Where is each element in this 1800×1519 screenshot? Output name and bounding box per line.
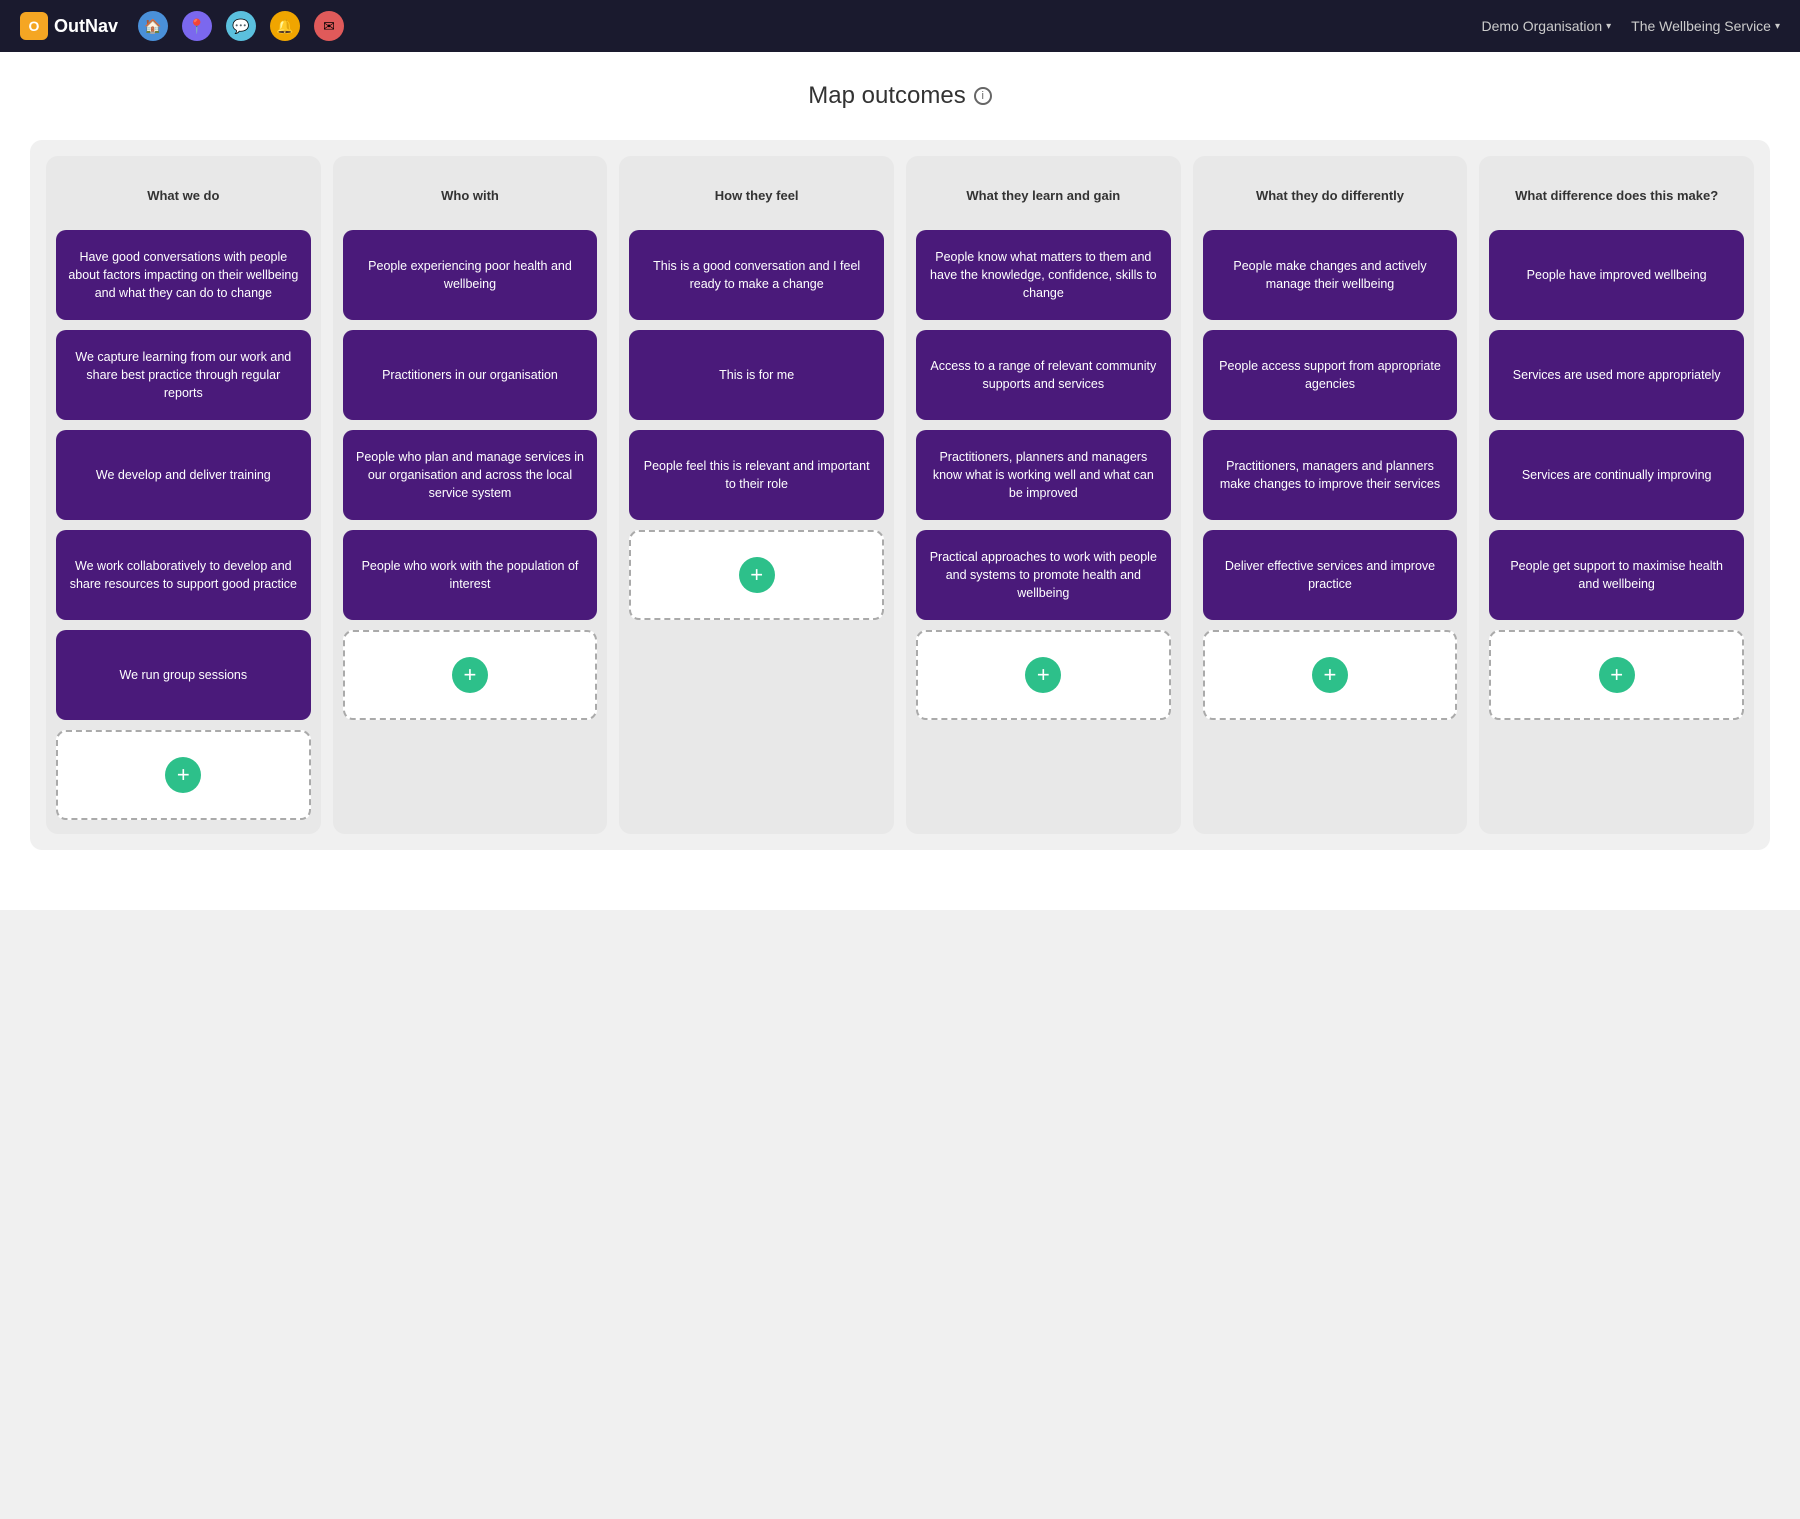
chat-icon[interactable]: 💬 bbox=[226, 11, 256, 41]
card-what-we-do-4[interactable]: We run group sessions bbox=[56, 630, 311, 720]
add-button-what-difference[interactable]: + bbox=[1599, 657, 1635, 693]
card-what-they-learn-2[interactable]: Practitioners, planners and managers kno… bbox=[916, 430, 1171, 520]
card-what-we-do-2[interactable]: We develop and deliver training bbox=[56, 430, 311, 520]
navbar-left: O OutNav 🏠 📍 💬 🔔 ✉ bbox=[20, 11, 344, 41]
card-what-they-learn-1[interactable]: Access to a range of relevant community … bbox=[916, 330, 1171, 420]
card-how-they-feel-1[interactable]: This is for me bbox=[629, 330, 884, 420]
info-icon[interactable]: i bbox=[974, 87, 992, 105]
wellbeing-service-label: The Wellbeing Service bbox=[1631, 18, 1771, 34]
column-what-we-do: What we do Have good conversations with p… bbox=[46, 156, 321, 834]
add-button-what-they-do[interactable]: + bbox=[1312, 657, 1348, 693]
column-what-difference: What difference does this make? People ha… bbox=[1479, 156, 1754, 834]
add-button-what-we-do[interactable]: + bbox=[165, 757, 201, 793]
card-what-they-do-2[interactable]: Practitioners, managers and planners mak… bbox=[1203, 430, 1458, 520]
column-header-what-difference: What difference does this make? bbox=[1489, 170, 1744, 220]
logo-icon: O bbox=[20, 12, 48, 40]
demo-org-chevron: ▾ bbox=[1606, 21, 1611, 32]
add-button-who-with[interactable]: + bbox=[452, 657, 488, 693]
page-title: Map outcomes i bbox=[30, 82, 1770, 110]
column-what-they-do: What they do differently People make chan… bbox=[1193, 156, 1468, 834]
column-header-what-we-do: What we do bbox=[56, 170, 311, 220]
page-title-text: Map outcomes bbox=[808, 82, 965, 110]
demo-org-label: Demo Organisation bbox=[1482, 18, 1603, 34]
column-header-how-they-feel: How they feel bbox=[629, 170, 884, 220]
card-who-with-2[interactable]: People who plan and manage services in o… bbox=[343, 430, 598, 520]
column-how-they-feel: How they feel This is a good conversation… bbox=[619, 156, 894, 834]
navbar: O OutNav 🏠 📍 💬 🔔 ✉ Demo Organisation ▾ T… bbox=[0, 0, 1800, 52]
card-what-they-do-0[interactable]: People make changes and actively manage … bbox=[1203, 230, 1458, 320]
card-what-they-learn-0[interactable]: People know what matters to them and hav… bbox=[916, 230, 1171, 320]
card-how-they-feel-0[interactable]: This is a good conversation and I feel r… bbox=[629, 230, 884, 320]
card-what-we-do-3[interactable]: We work collaboratively to develop and s… bbox=[56, 530, 311, 620]
column-header-what-they-learn: What they learn and gain bbox=[916, 170, 1171, 220]
card-what-they-do-3[interactable]: Deliver effective services and improve p… bbox=[1203, 530, 1458, 620]
card-what-difference-2[interactable]: Services are continually improving bbox=[1489, 430, 1744, 520]
column-what-they-learn: What they learn and gain People know what… bbox=[906, 156, 1181, 834]
column-header-what-they-do: What they do differently bbox=[1203, 170, 1458, 220]
location-icon[interactable]: 📍 bbox=[182, 11, 212, 41]
logo-text: OutNav bbox=[54, 16, 118, 37]
card-what-we-do-1[interactable]: We capture learning from our work and sh… bbox=[56, 330, 311, 420]
add-button-what-they-learn[interactable]: + bbox=[1025, 657, 1061, 693]
card-what-they-do-1[interactable]: People access support from appropriate a… bbox=[1203, 330, 1458, 420]
columns-container: What we do Have good conversations with p… bbox=[30, 140, 1770, 850]
card-what-they-learn-3[interactable]: Practical approaches to work with people… bbox=[916, 530, 1171, 620]
wellbeing-service-menu[interactable]: The Wellbeing Service ▾ bbox=[1631, 18, 1780, 34]
card-who-with-1[interactable]: Practitioners in our organisation bbox=[343, 330, 598, 420]
navbar-right: Demo Organisation ▾ The Wellbeing Servic… bbox=[1482, 18, 1781, 34]
add-card-what-difference[interactable]: + bbox=[1489, 630, 1744, 720]
add-card-what-they-do[interactable]: + bbox=[1203, 630, 1458, 720]
card-what-difference-3[interactable]: People get support to maximise health an… bbox=[1489, 530, 1744, 620]
column-header-who-with: Who with bbox=[343, 170, 598, 220]
card-what-difference-0[interactable]: People have improved wellbeing bbox=[1489, 230, 1744, 320]
add-card-what-we-do[interactable]: + bbox=[56, 730, 311, 820]
add-card-who-with[interactable]: + bbox=[343, 630, 598, 720]
add-card-what-they-learn[interactable]: + bbox=[916, 630, 1171, 720]
card-what-difference-1[interactable]: Services are used more appropriately bbox=[1489, 330, 1744, 420]
alert-icon[interactable]: 🔔 bbox=[270, 11, 300, 41]
add-card-how-they-feel[interactable]: + bbox=[629, 530, 884, 620]
card-who-with-3[interactable]: People who work with the population of i… bbox=[343, 530, 598, 620]
demo-org-menu[interactable]: Demo Organisation ▾ bbox=[1482, 18, 1612, 34]
add-button-how-they-feel[interactable]: + bbox=[739, 557, 775, 593]
main-content: Map outcomes i What we do Have good conve… bbox=[0, 52, 1800, 910]
logo[interactable]: O OutNav bbox=[20, 12, 118, 40]
card-who-with-0[interactable]: People experiencing poor health and well… bbox=[343, 230, 598, 320]
card-how-they-feel-2[interactable]: People feel this is relevant and importa… bbox=[629, 430, 884, 520]
mail-icon[interactable]: ✉ bbox=[314, 11, 344, 41]
card-what-we-do-0[interactable]: Have good conversations with people abou… bbox=[56, 230, 311, 320]
nav-icons: 🏠 📍 💬 🔔 ✉ bbox=[138, 11, 344, 41]
wellbeing-service-chevron: ▾ bbox=[1775, 21, 1780, 32]
home-icon[interactable]: 🏠 bbox=[138, 11, 168, 41]
column-who-with: Who with People experiencing poor health … bbox=[333, 156, 608, 834]
